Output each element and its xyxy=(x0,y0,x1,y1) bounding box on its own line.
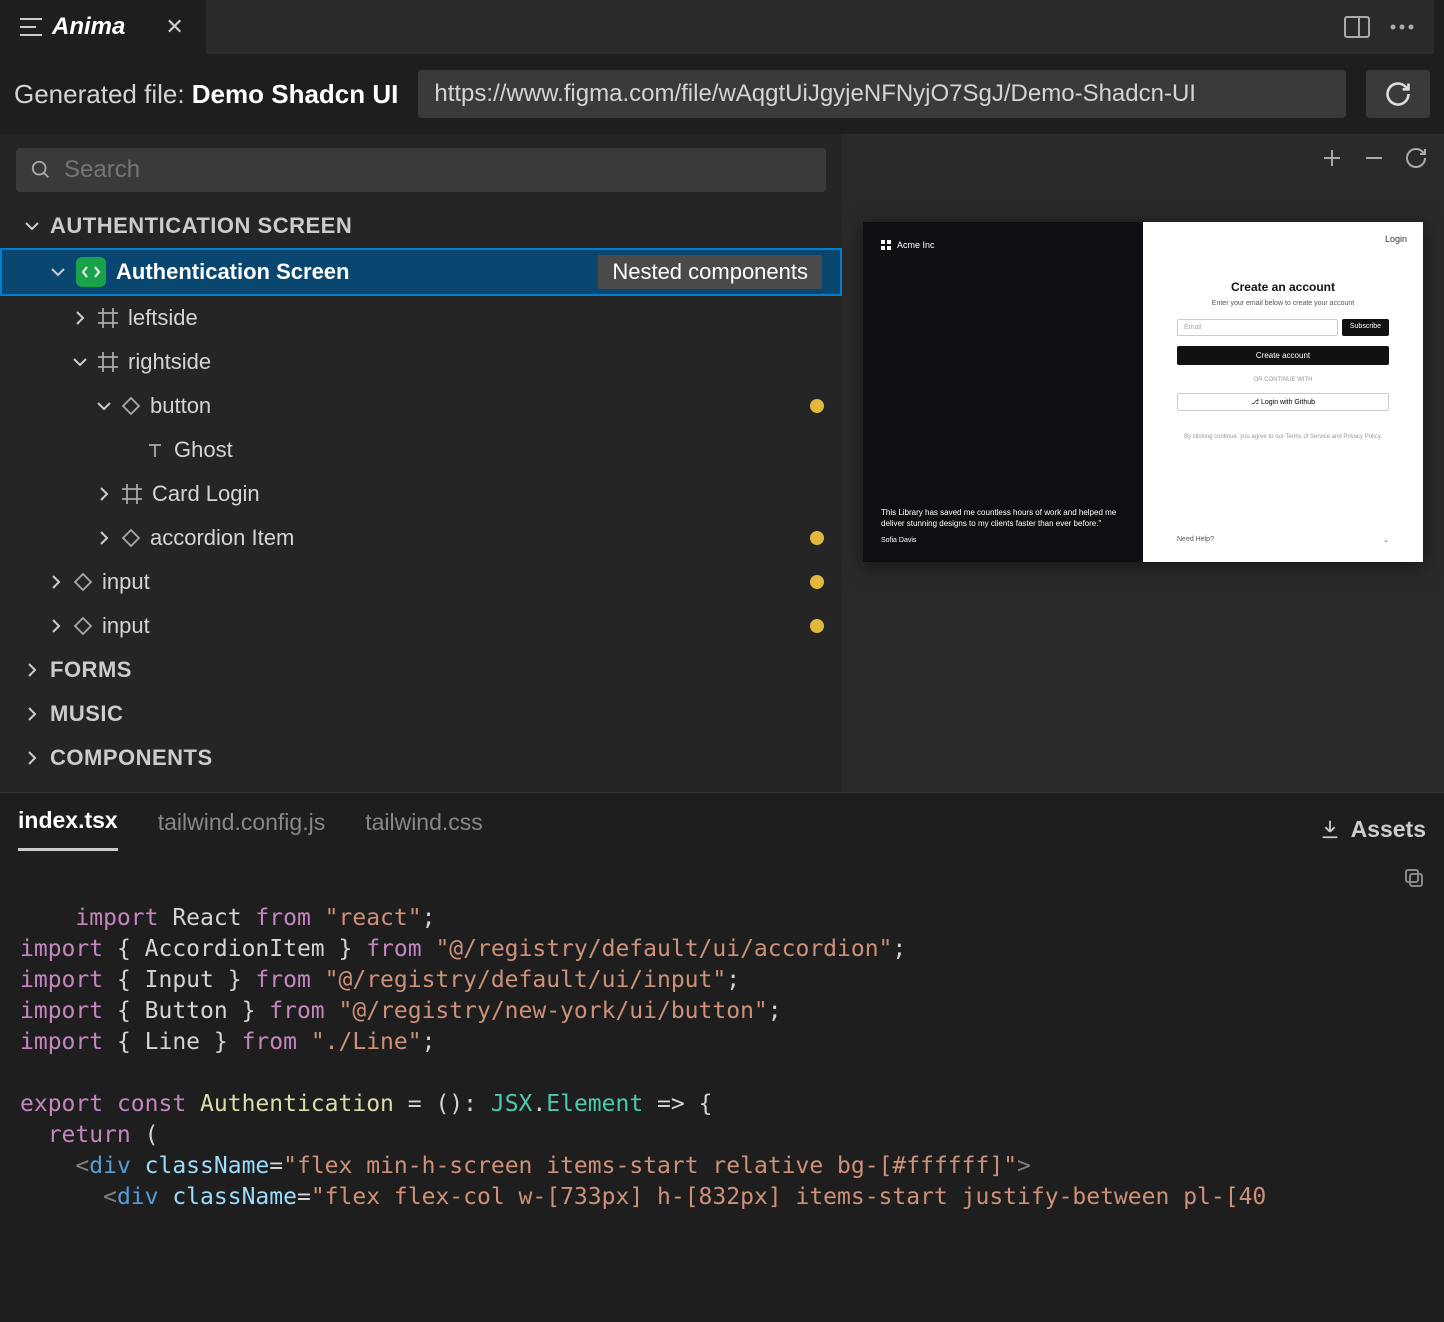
preview-brand: Acme Inc xyxy=(881,240,1125,250)
tree-item-card-login[interactable]: Card Login xyxy=(0,472,842,516)
zoom-out-icon[interactable] xyxy=(1362,146,1386,170)
app-name: Anima xyxy=(52,13,125,41)
tree-frame-components[interactable]: COMPONENTS xyxy=(0,736,842,780)
preview-github-btn: ⎇ Login with Github xyxy=(1177,393,1389,411)
search-input[interactable] xyxy=(64,156,812,184)
tree-item-input-2[interactable]: input xyxy=(0,604,842,648)
preview-frame: Acme Inc This Library has saved me count… xyxy=(863,222,1423,562)
preview-title: Create an account xyxy=(1231,280,1335,294)
tree-frame-music[interactable]: MUSIC xyxy=(0,692,842,736)
preview-email-input: Email xyxy=(1177,319,1338,336)
tree-item-leftside[interactable]: leftside xyxy=(0,296,842,340)
preview-subscribe-btn: Subscribe xyxy=(1342,319,1389,336)
search-field[interactable] xyxy=(16,148,826,192)
menu-icon xyxy=(20,18,42,36)
zoom-in-icon[interactable] xyxy=(1320,146,1344,170)
reset-zoom-icon[interactable] xyxy=(1404,146,1428,170)
download-icon xyxy=(1319,818,1341,840)
status-dot xyxy=(810,531,824,545)
preview-panel: Acme Inc This Library has saved me count… xyxy=(842,134,1444,792)
preview-canvas[interactable]: Acme Inc This Library has saved me count… xyxy=(842,182,1444,792)
close-tab-icon[interactable]: ✕ xyxy=(165,14,183,40)
tree-item-button[interactable]: button xyxy=(0,384,842,428)
search-icon xyxy=(30,159,52,181)
preview-subtitle: Enter your email below to create your ac… xyxy=(1212,300,1354,307)
component-icon xyxy=(76,257,106,287)
preview-author: Sofia Davis xyxy=(881,537,1125,544)
title-bar: Anima ✕ xyxy=(0,0,1444,54)
tree-item-input-1[interactable]: input xyxy=(0,560,842,604)
instance-icon xyxy=(74,573,92,591)
copy-icon[interactable] xyxy=(1402,866,1426,899)
tree-item-accordion[interactable]: accordion Item xyxy=(0,516,842,560)
preview-terms: By clicking continue, you agree to our T… xyxy=(1184,433,1382,441)
frame-icon xyxy=(98,308,118,328)
tree-frame-forms[interactable]: FORMS xyxy=(0,648,842,692)
preview-toolbar xyxy=(842,134,1444,182)
frame-icon xyxy=(98,352,118,372)
status-dot xyxy=(810,575,824,589)
tree-frame-auth[interactable]: AUTHENTICATION SCREEN xyxy=(0,204,842,248)
figma-url-input[interactable] xyxy=(418,70,1346,118)
preview-login-link: Login xyxy=(1385,234,1407,244)
preview-quote: This Library has saved me countless hour… xyxy=(881,507,1125,529)
tab-tailwind-css[interactable]: tailwind.css xyxy=(365,809,483,850)
tab-index-tsx[interactable]: index.tsx xyxy=(18,807,118,851)
tree-item-ghost[interactable]: Ghost xyxy=(0,428,842,472)
header-bar: Generated file: Demo Shadcn UI xyxy=(0,54,1444,134)
main-split: AUTHENTICATION SCREEN Authentication Scr… xyxy=(0,134,1444,792)
status-dot xyxy=(810,619,824,633)
nested-components-badge: Nested components xyxy=(598,255,822,289)
layer-tree: AUTHENTICATION SCREEN Authentication Scr… xyxy=(0,204,842,792)
code-panel: index.tsx tailwind.config.js tailwind.cs… xyxy=(0,792,1444,1322)
preview-or: OR CONTINUE WITH xyxy=(1254,377,1313,383)
assets-button[interactable]: Assets xyxy=(1319,816,1426,843)
code-editor[interactable]: import React from "react"; import { Acco… xyxy=(0,852,1444,1322)
app-tab[interactable]: Anima ✕ xyxy=(10,0,202,54)
instance-icon xyxy=(122,397,140,415)
tab-tailwind-config[interactable]: tailwind.config.js xyxy=(158,809,325,850)
generated-file-label: Generated file: Demo Shadcn UI xyxy=(14,79,398,110)
instance-icon xyxy=(74,617,92,635)
split-panel-icon[interactable] xyxy=(1344,16,1370,38)
preview-create-btn: Create account xyxy=(1177,346,1389,365)
status-dot xyxy=(810,399,824,413)
frame-icon xyxy=(122,484,142,504)
preview-help: Need Help?⌄ xyxy=(1177,536,1389,544)
refresh-button[interactable] xyxy=(1366,70,1430,118)
sidebar-panel: AUTHENTICATION SCREEN Authentication Scr… xyxy=(0,134,842,792)
text-icon xyxy=(146,441,164,459)
instance-icon xyxy=(122,529,140,547)
tree-item-rightside[interactable]: rightside xyxy=(0,340,842,384)
more-icon[interactable] xyxy=(1390,24,1414,30)
code-tabs: index.tsx tailwind.config.js tailwind.cs… xyxy=(0,793,1444,852)
titlebar-actions xyxy=(206,0,1434,54)
tree-item-auth-screen[interactable]: Authentication Screen Nested components xyxy=(0,248,842,296)
